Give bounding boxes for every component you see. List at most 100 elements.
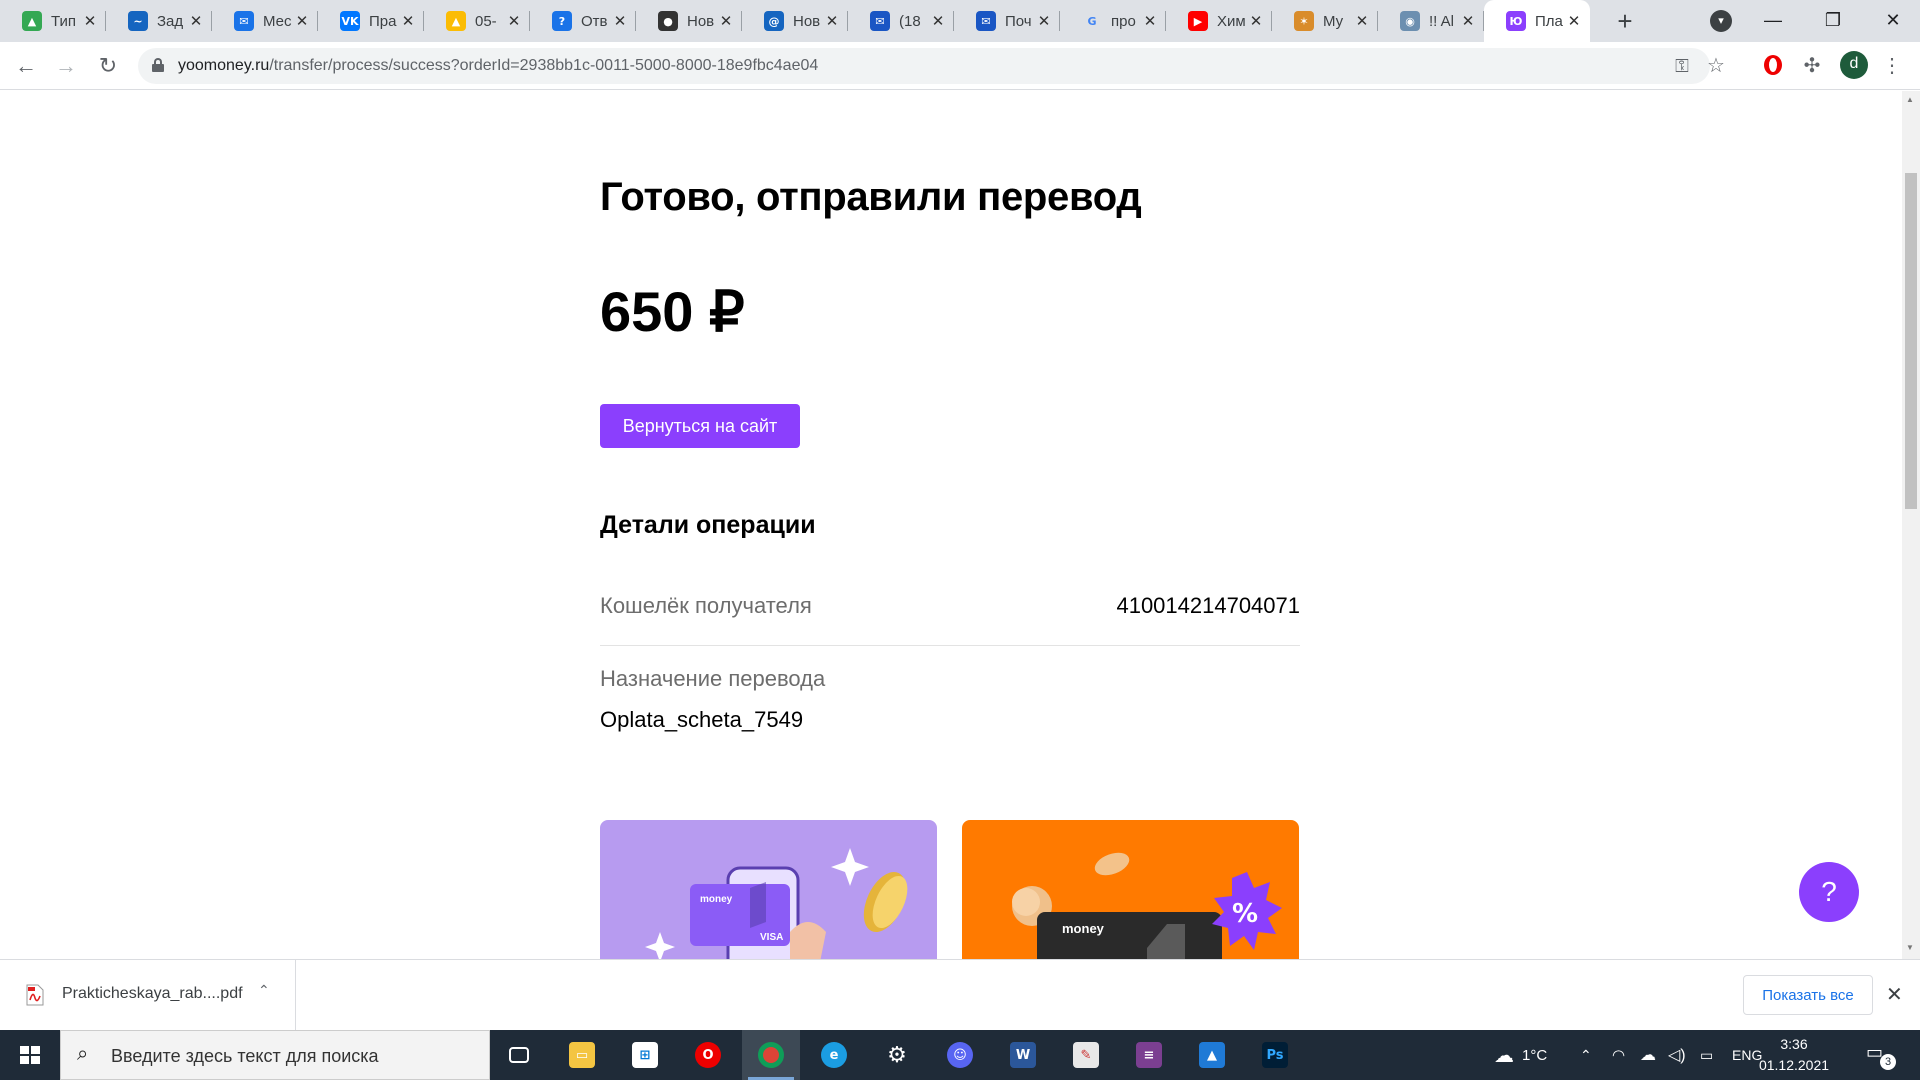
- browser-tab[interactable]: ✶ Му ✕: [1272, 0, 1378, 42]
- close-tab-icon[interactable]: ✕: [612, 12, 628, 30]
- scroll-down-arrow-icon[interactable]: ▼: [1906, 943, 1914, 952]
- close-download-bar-icon[interactable]: ✕: [1886, 982, 1903, 1007]
- close-tab-icon[interactable]: ✕: [930, 12, 946, 30]
- chrome-taskbar-icon[interactable]: [742, 1030, 800, 1080]
- close-tab-icon[interactable]: ✕: [82, 12, 98, 30]
- return-to-site-button[interactable]: Вернуться на сайт: [600, 404, 800, 448]
- lock-icon[interactable]: [152, 58, 164, 72]
- windows-taskbar: ⌕ Введите здесь текст для поиска ▭ ⊞ O e…: [0, 1030, 1920, 1080]
- back-arrow-icon[interactable]: ←: [10, 50, 42, 82]
- cloud-icon: ☁: [1494, 1044, 1514, 1067]
- word-taskbar-icon[interactable]: W: [994, 1030, 1052, 1080]
- browser-tab-title: Тип: [51, 12, 77, 30]
- browser-tab[interactable]: ✉ Мес ✕: [212, 0, 318, 42]
- volume-icon[interactable]: ◁): [1668, 1030, 1686, 1080]
- opera-taskbar-icon[interactable]: O: [679, 1030, 737, 1080]
- transfer-amount: 650 ₽: [600, 280, 745, 343]
- close-tab-icon[interactable]: ✕: [1354, 12, 1370, 30]
- browser-tab-title: Му: [1323, 12, 1344, 30]
- start-button[interactable]: [0, 1030, 60, 1080]
- close-tab-icon[interactable]: ✕: [1566, 12, 1582, 30]
- browser-tab[interactable]: ● Нов ✕: [636, 0, 742, 42]
- browser-toolbar: ← → ↻ yoomoney.ru/transfer/process/succe…: [0, 42, 1920, 90]
- scrollbar-thumb[interactable]: [1905, 173, 1917, 509]
- close-tab-icon[interactable]: ✕: [1248, 12, 1264, 30]
- show-hidden-icons-chevron-icon[interactable]: ⌃: [1580, 1030, 1592, 1080]
- chevron-up-icon[interactable]: ⌃: [258, 982, 270, 999]
- page-scrollbar[interactable]: ▲ ▼: [1902, 91, 1920, 959]
- profile-avatar[interactable]: d: [1840, 51, 1868, 79]
- taskbar-search-box[interactable]: ⌕ Введите здесь текст для поиска: [60, 1030, 490, 1080]
- weather-temperature: 1°C: [1522, 1046, 1548, 1064]
- reload-icon[interactable]: ↻: [92, 50, 124, 82]
- system-clock[interactable]: 3:36 01.12.2021: [1748, 1034, 1840, 1076]
- answers-icon: ?: [552, 11, 572, 31]
- winrar-taskbar-icon[interactable]: ≡: [1120, 1030, 1178, 1080]
- bookmark-star-icon[interactable]: ☆: [1704, 54, 1728, 78]
- promo-card-label: VISA: [760, 932, 783, 943]
- wifi-icon[interactable]: ◠: [1612, 1030, 1625, 1080]
- key-icon[interactable]: ⚿: [1670, 54, 1694, 78]
- close-tab-icon[interactable]: ✕: [718, 12, 734, 30]
- close-tab-icon[interactable]: ✕: [1036, 12, 1052, 30]
- browser-tab[interactable]: ▲ Тип ✕: [0, 0, 106, 42]
- promo-card-yoomoney-cashback[interactable]: money %: [962, 820, 1299, 959]
- close-window-button[interactable]: ✕: [1870, 4, 1916, 36]
- close-tab-icon[interactable]: ✕: [188, 12, 204, 30]
- promo-brand-text-2: money: [1062, 921, 1105, 936]
- close-tab-icon[interactable]: ✕: [1460, 12, 1476, 30]
- browser-tab-title: Поч: [1005, 12, 1032, 30]
- file-explorer-icon[interactable]: ▭: [553, 1030, 611, 1080]
- wallet-value: 410014214704071: [1116, 593, 1300, 618]
- onedrive-cloud-icon[interactable]: ☁: [1640, 1030, 1656, 1080]
- address-bar[interactable]: yoomoney.ru/transfer/process/success?ord…: [138, 48, 1725, 84]
- browser-tab[interactable]: Gпро ✕: [1060, 0, 1166, 42]
- menu-kebab-icon[interactable]: ⋮: [1880, 54, 1904, 78]
- settings-gear-icon[interactable]: ⚙: [868, 1030, 926, 1080]
- browser-tab[interactable]: ✉ (18 ✕: [848, 0, 954, 42]
- restore-button[interactable]: ❐: [1810, 4, 1856, 36]
- messenger-icon: ✉: [234, 11, 254, 31]
- task-view-icon[interactable]: [490, 1030, 548, 1080]
- tab-search-icon[interactable]: ▾: [1710, 10, 1732, 32]
- close-tab-icon[interactable]: ✕: [824, 12, 840, 30]
- google-drive-icon: ▲: [22, 11, 42, 31]
- paint-taskbar-icon[interactable]: ✎: [1057, 1030, 1115, 1080]
- notification-center-icon[interactable]: ▭ 3: [1866, 1042, 1896, 1070]
- promo-card-yoomoney-visa[interactable]: money VISA: [600, 820, 937, 959]
- windows-logo-icon: [20, 1046, 40, 1064]
- close-tab-icon[interactable]: ✕: [294, 12, 310, 30]
- download-item[interactable]: Prakticheskaya_rab....pdf ⌃: [0, 960, 296, 1030]
- scroll-up-arrow-icon[interactable]: ▲: [1906, 95, 1914, 104]
- photos-taskbar-icon[interactable]: ▲: [1183, 1030, 1241, 1080]
- minimize-button[interactable]: —: [1750, 4, 1796, 36]
- photoshop-taskbar-icon[interactable]: Ps: [1246, 1030, 1304, 1080]
- browser-tab[interactable]: Ю Пла ✕: [1484, 0, 1590, 42]
- browser-tab[interactable]: ◉ !! Al ✕: [1378, 0, 1484, 42]
- browser-tab[interactable]: ~ Зад ✕: [106, 0, 212, 42]
- opera-extension-icon[interactable]: [1761, 54, 1785, 78]
- show-all-downloads-button[interactable]: Показать все: [1743, 975, 1873, 1015]
- weather-widget[interactable]: ☁ 1°C: [1494, 1030, 1547, 1080]
- close-tab-icon[interactable]: ✕: [1142, 12, 1158, 30]
- close-tab-icon[interactable]: ✕: [506, 12, 522, 30]
- browser-tab[interactable]: ? Отв ✕: [530, 0, 636, 42]
- forward-arrow-icon[interactable]: →: [50, 50, 82, 82]
- browser-tab-title: Пла: [1535, 12, 1563, 30]
- browser-tab[interactable]: ▶ Хим ✕: [1166, 0, 1272, 42]
- new-tab-button[interactable]: +: [1610, 6, 1640, 36]
- edge-taskbar-icon[interactable]: e: [805, 1030, 863, 1080]
- browser-tab[interactable]: @ Нов ✕: [742, 0, 848, 42]
- microsoft-store-icon[interactable]: ⊞: [616, 1030, 674, 1080]
- purpose-value: Oplata_scheta_7549: [600, 707, 804, 732]
- browser-tab[interactable]: VK Пра ✕: [318, 0, 424, 42]
- browser-tab[interactable]: ▲ 05- ✕: [424, 0, 530, 42]
- extensions-puzzle-icon[interactable]: ✣: [1800, 54, 1824, 78]
- url-text[interactable]: yoomoney.ru/transfer/process/success?ord…: [178, 57, 818, 75]
- help-button[interactable]: ?: [1799, 862, 1859, 922]
- browser-tab[interactable]: ✉ Поч ✕: [954, 0, 1060, 42]
- google-drive-icon: ▲: [446, 11, 466, 31]
- discord-taskbar-icon[interactable]: ☺: [931, 1030, 989, 1080]
- close-tab-icon[interactable]: ✕: [400, 12, 416, 30]
- battery-icon[interactable]: ▭: [1700, 1030, 1713, 1080]
